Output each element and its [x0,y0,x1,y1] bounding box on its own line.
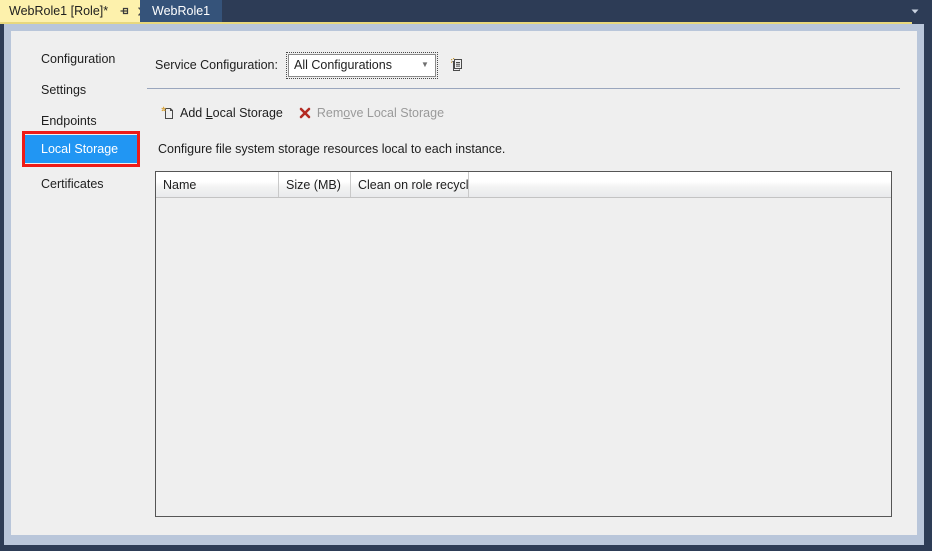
sidebar-item-label: Local Storage [41,142,119,156]
add-local-storage-button[interactable]: Add Local Storage [160,103,283,123]
tab-webrole1-role[interactable]: WebRole1 [Role]* [0,0,158,22]
sidebar-item-label: Settings [41,83,87,97]
sidebar-item-configuration[interactable]: Configuration [22,45,140,73]
grid-column-header-name[interactable]: Name [156,172,279,197]
sidebar-item-settings[interactable]: Settings [22,76,140,104]
remove-local-storage-label: Remove Local Storage [316,106,445,120]
grid-header-row: Name Size (MB) Clean on role recycle [156,172,891,198]
remove-local-storage-button[interactable]: Remove Local Storage [297,103,444,123]
sidebar-item-label: Certificates [41,177,104,191]
section-divider [147,88,900,89]
service-configuration-select[interactable]: All Configurations ▼ [285,51,438,79]
red-x-icon [297,105,313,121]
add-local-storage-label: Add Local Storage [180,106,283,120]
add-document-icon [160,105,176,121]
tab-strip: WebRole1 [Role]* WebRole1 [0,0,932,22]
section-description: Configure file system storage resources … [158,142,506,156]
grid-column-header-size[interactable]: Size (MB) [279,172,351,197]
copy-pages-icon[interactable] [447,55,467,75]
sidebar-item-label: Endpoints [41,114,97,128]
tab-webrole1[interactable]: WebRole1 [140,0,223,22]
service-configuration-row: Service Configuration: All Configuration… [155,51,467,79]
chevron-down-icon[interactable] [904,0,926,22]
editor-window: WebRole1 [Role]* WebRole1 Configuration … [0,0,932,551]
service-configuration-label: Service Configuration: [155,58,278,72]
grid-column-header-filler [469,172,891,197]
local-storage-grid[interactable]: Name Size (MB) Clean on role recycle [155,171,892,517]
sidebar: Configuration Settings Endpoints Local S… [11,31,151,535]
chevron-down-icon: ▼ [421,60,429,69]
sidebar-item-certificates[interactable]: Certificates [22,170,140,198]
tab-title: WebRole1 [Role]* [9,4,109,18]
sidebar-item-local-storage[interactable]: Local Storage [22,135,140,163]
sidebar-item-label: Configuration [41,52,116,66]
service-configuration-value: All Configurations [293,58,392,72]
tab-title: WebRole1 [152,4,211,18]
sidebar-item-endpoints[interactable]: Endpoints [22,107,140,135]
local-storage-toolbar: Add Local Storage Remove Local Storage [160,103,444,123]
grid-column-header-clean-on-role-recycle[interactable]: Clean on role recycle [351,172,469,197]
pin-icon[interactable] [116,3,132,19]
grid-body-empty[interactable] [156,198,891,516]
